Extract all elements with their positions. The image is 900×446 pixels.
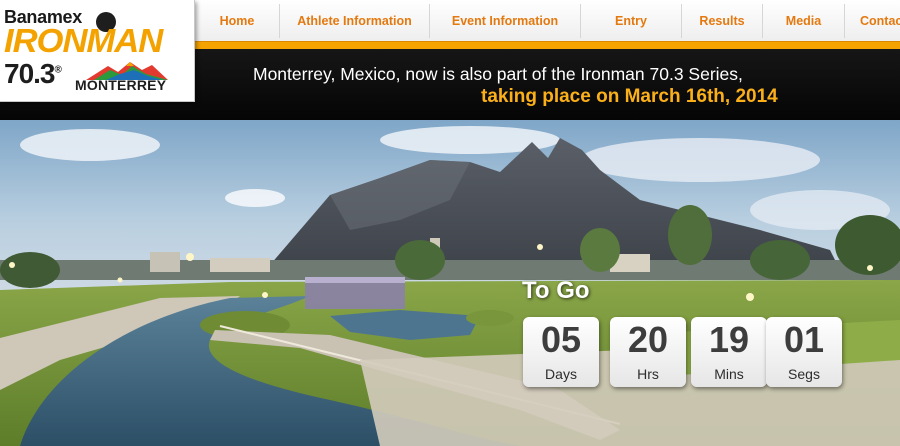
countdown-label: Hrs <box>637 366 659 382</box>
logo-brand: IRONMAN <box>4 22 163 59</box>
countdown-title: To Go <box>522 277 590 304</box>
nav-media[interactable]: Media <box>763 3 845 38</box>
logo-city: MONTERREY <box>75 77 167 93</box>
hero-landscape <box>0 120 900 446</box>
countdown-value: 19 <box>708 319 750 360</box>
countdown-hours: 20 Hrs <box>610 317 686 387</box>
countdown-label: Segs <box>788 366 820 382</box>
nav-contact[interactable]: Contac <box>845 4 900 38</box>
nav-event-information[interactable]: Event Information <box>430 3 581 38</box>
countdown-value: 20 <box>627 319 669 360</box>
countdown-value: 05 <box>540 319 582 360</box>
announcement-text: Monterrey, Mexico, now is also part of t… <box>253 64 743 84</box>
nav-entry[interactable]: Entry <box>581 3 682 38</box>
registered-mark: ® <box>54 64 62 76</box>
nav-results[interactable]: Results <box>682 3 763 38</box>
accent-bar <box>195 41 900 49</box>
countdown-label: Days <box>545 366 577 382</box>
countdown-label: Mins <box>714 366 744 382</box>
main-nav: Home Athlete Information Event Informati… <box>195 0 900 41</box>
nav-home[interactable]: Home <box>195 3 280 38</box>
site-logo[interactable]: Banamex IRONMAN 70.3® MONTERREY <box>0 0 195 102</box>
announcement-date: taking place on March 16th, 2014 <box>481 86 778 107</box>
logo-series: 70.3® <box>4 58 62 90</box>
countdown-minutes: 19 Mins <box>691 317 767 387</box>
logo-series-number: 70.3 <box>4 58 55 89</box>
hero-image <box>0 120 900 446</box>
nav-athlete-information[interactable]: Athlete Information <box>280 3 430 38</box>
countdown-value: 01 <box>783 319 825 360</box>
countdown-days: 05 Days <box>523 317 599 387</box>
countdown-seconds: 01 Segs <box>766 317 842 387</box>
